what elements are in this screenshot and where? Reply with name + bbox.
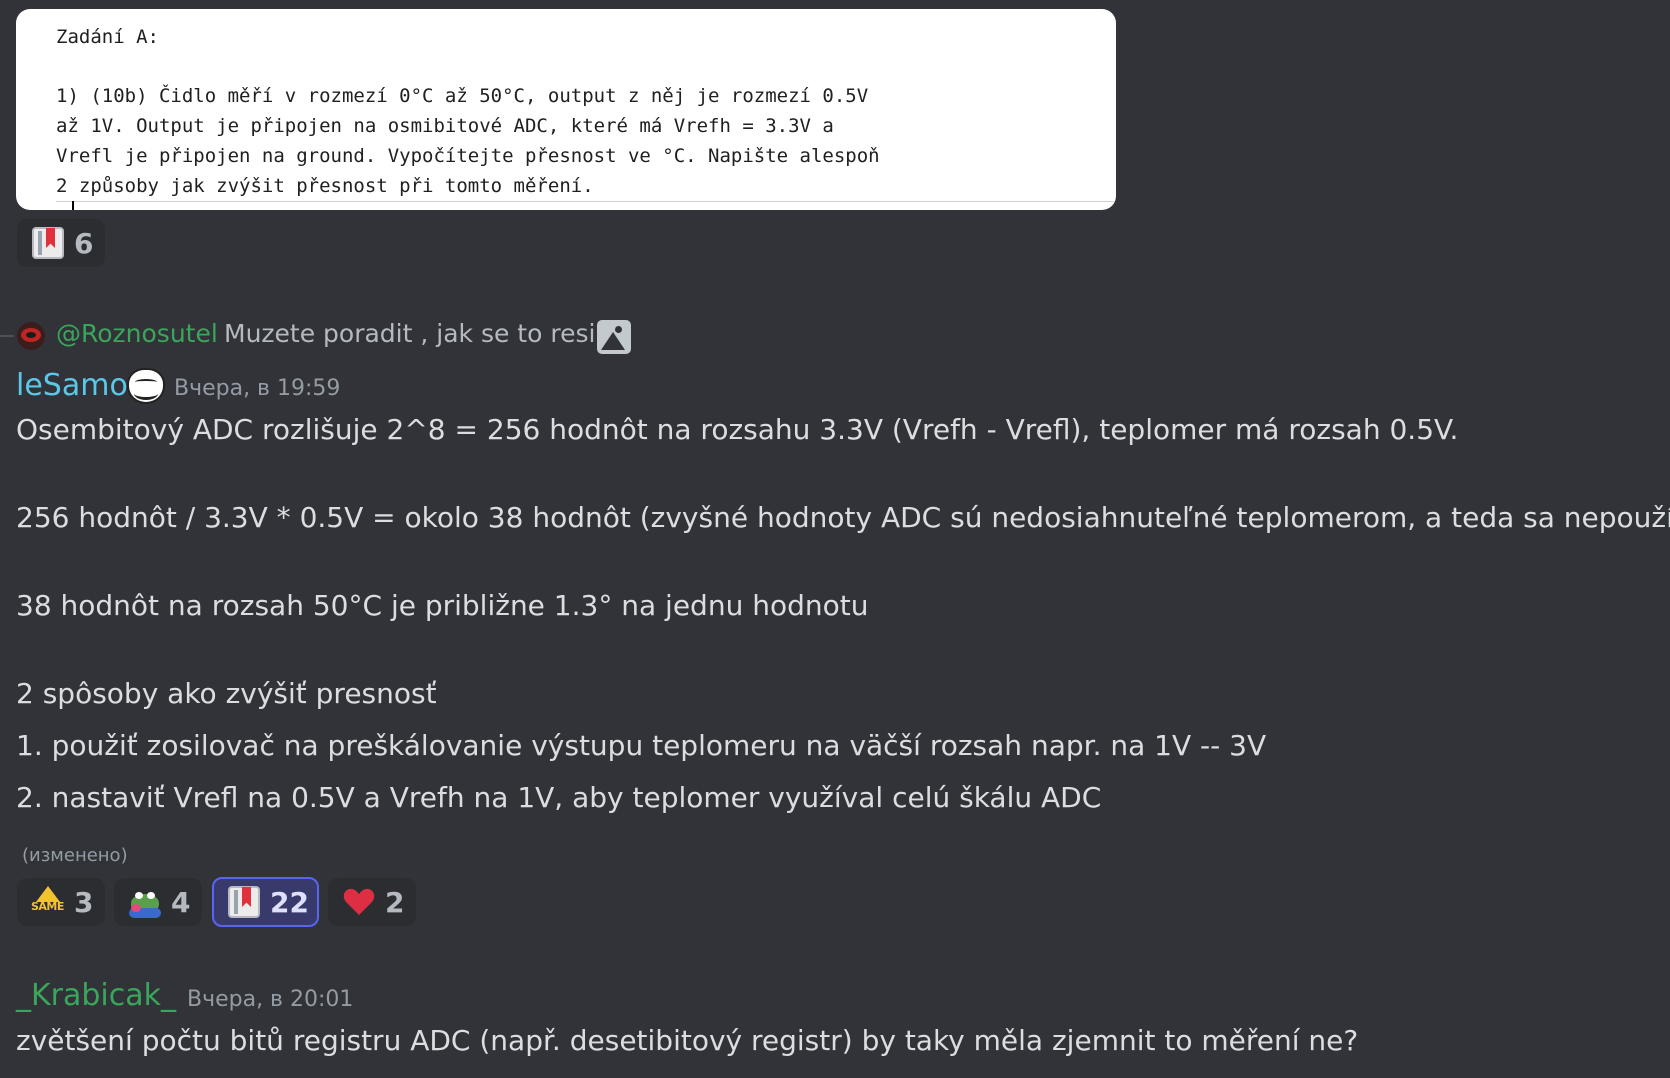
heart-icon — [343, 886, 375, 918]
message-timestamp[interactable]: Вчера, в 19:59 — [174, 376, 340, 401]
image-icon — [597, 320, 631, 354]
attached-image-text: Zadání A: 1) (10b) Čidlo měří v rozmezí … — [56, 26, 880, 197]
text-caret — [72, 201, 74, 210]
reply-avatar[interactable] — [17, 322, 45, 350]
troll-face-icon — [127, 368, 165, 404]
edited-label: (изменено) — [22, 845, 128, 866]
same-icon: SAME — [31, 886, 64, 918]
text-underline — [56, 201, 1116, 202]
message-line: zvětšení počtu bitů registru ADC (např. … — [16, 1024, 1359, 1057]
message-line: 2. nastaviť Vrefl na 0.5V a Vrefh na 1V,… — [16, 781, 1102, 814]
reply-author[interactable]: @Roznosutel — [56, 319, 218, 348]
bookmark-book-icon — [228, 886, 260, 918]
reply-text[interactable]: Muzete poradit , jak se to resi? — [224, 319, 609, 348]
frog-icon — [129, 886, 161, 918]
reaction-frog[interactable]: 4 — [114, 878, 202, 926]
reaction-heart[interactable]: 2 — [328, 878, 416, 926]
bookmark-book-icon — [32, 227, 64, 259]
reaction-bookmark[interactable]: 6 — [17, 219, 105, 267]
message-timestamp[interactable]: Вчера, в 20:01 — [187, 987, 353, 1012]
message-line: 1. použiť zosilovač na preškálovanie výs… — [16, 729, 1267, 762]
message-line: 38 hodnôt na rozsah 50°C je približne 1.… — [16, 589, 869, 622]
message-line: 2 spôsoby ako zvýšiť presnosť — [16, 677, 437, 710]
reaction-same[interactable]: SAME 3 — [17, 878, 105, 926]
message-author[interactable]: _Krabicak_ — [16, 978, 176, 1013]
attached-image[interactable]: Zadání A: 1) (10b) Čidlo měří v rozmezí … — [16, 9, 1116, 210]
reply-spine — [0, 335, 14, 337]
message-line: 256 hodnôt / 3.3V * 0.5V = okolo 38 hodn… — [16, 501, 1670, 534]
message-line: Osembitový ADC rozlišuje 2^8 = 256 hodnô… — [16, 413, 1459, 446]
reaction-bookmark[interactable]: 22 — [212, 877, 319, 927]
message-author[interactable]: leSamo — [16, 368, 128, 403]
